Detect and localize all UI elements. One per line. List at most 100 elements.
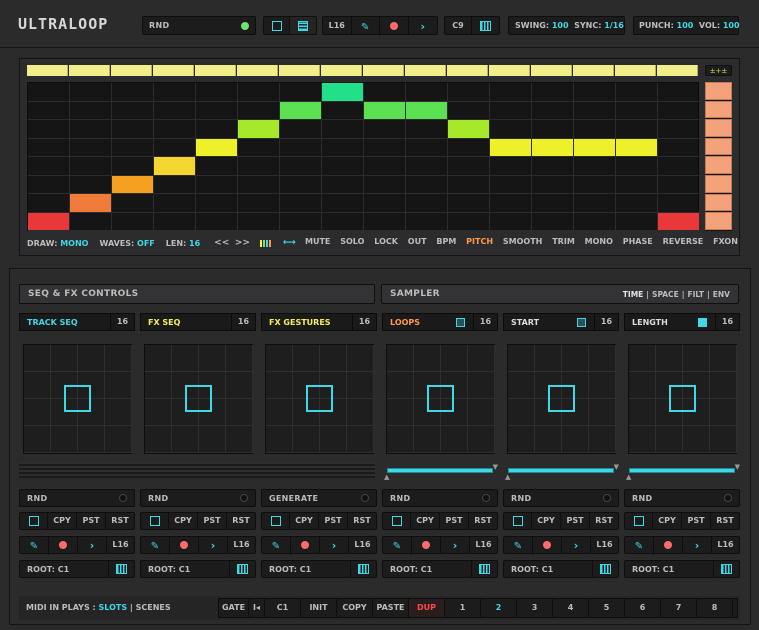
column-header[interactable]: LOOPS 16 <box>382 313 498 331</box>
grid-cell[interactable] <box>532 175 574 194</box>
mode-fxon[interactable]: FXON <box>713 237 738 249</box>
swing-sync-readout[interactable]: SWING: 100 SYNC: 1/16 <box>508 16 625 35</box>
grid-cell[interactable] <box>616 101 658 120</box>
grid-cell[interactable] <box>280 83 322 102</box>
fx-badge[interactable]: ±+± <box>705 65 732 76</box>
step-grid[interactable] <box>27 82 700 231</box>
column-header[interactable]: FX SEQ 16 <box>140 313 256 331</box>
grid-cell[interactable] <box>154 194 196 213</box>
grid-cell[interactable] <box>322 175 364 194</box>
record-button[interactable] <box>170 537 199 553</box>
range-slider[interactable]: ▼ ▲ <box>626 463 740 481</box>
root-selector[interactable]: ROOT: C1 <box>261 560 377 578</box>
step-bar-cell[interactable] <box>615 65 656 76</box>
grid-cell[interactable] <box>238 175 280 194</box>
grid-cell[interactable] <box>490 175 532 194</box>
grid-cell[interactable] <box>112 101 154 120</box>
grid-cell[interactable] <box>154 120 196 139</box>
grid-cell[interactable] <box>196 157 238 176</box>
piano-button[interactable] <box>229 561 255 577</box>
xy-handle[interactable] <box>548 385 575 412</box>
root-selector[interactable]: ROOT: C1 <box>19 560 135 578</box>
grid-cell[interactable] <box>112 120 154 139</box>
grid-cell[interactable] <box>70 120 112 139</box>
record-button[interactable] <box>412 537 441 553</box>
grid-cell[interactable] <box>448 157 490 176</box>
copy-button[interactable]: CPY <box>48 513 77 529</box>
pin-button[interactable]: ✎ <box>352 15 380 36</box>
grid-cell[interactable] <box>406 120 448 139</box>
column-steps[interactable]: 16 <box>352 314 376 330</box>
mode-solo[interactable]: SOLO <box>340 237 364 249</box>
level-meter[interactable] <box>705 82 732 231</box>
xy-handle[interactable] <box>64 385 91 412</box>
step-block[interactable] <box>70 194 111 212</box>
step-block[interactable] <box>616 138 657 156</box>
slot-button[interactable]: 1 <box>445 599 481 617</box>
step-bar-cell[interactable] <box>447 65 488 76</box>
grid-cell[interactable] <box>28 83 70 102</box>
piano-button[interactable] <box>592 561 618 577</box>
grid-cell[interactable] <box>532 212 574 231</box>
grid-cell[interactable] <box>658 120 700 139</box>
grid-cell[interactable] <box>658 138 700 157</box>
range-slider[interactable]: ▼ ▲ <box>384 463 498 481</box>
grid-cell[interactable] <box>28 120 70 139</box>
note-button[interactable]: C1 <box>265 599 301 617</box>
step-bar-cell[interactable] <box>69 65 110 76</box>
xy-pad[interactable] <box>628 344 737 454</box>
grid-cell[interactable] <box>112 212 154 231</box>
step-bar-cell[interactable] <box>237 65 278 76</box>
step-bar-cell[interactable] <box>27 65 68 76</box>
mode-trim[interactable]: TRIM <box>552 237 575 249</box>
step-block[interactable] <box>238 120 279 138</box>
step-bar-cell[interactable] <box>321 65 362 76</box>
column-toggle-icon[interactable] <box>577 317 586 327</box>
root-selector[interactable]: ROOT: C1 <box>503 560 619 578</box>
grid-cell[interactable] <box>616 157 658 176</box>
paste-button[interactable]: PST <box>682 513 711 529</box>
mode-reverse[interactable]: REVERSE <box>663 237 704 249</box>
mode-dropdown[interactable]: RND <box>624 489 740 507</box>
length-button[interactable]: L16 <box>323 17 352 34</box>
mode-mute[interactable]: MUTE <box>305 237 330 249</box>
grid-cell[interactable] <box>280 194 322 213</box>
grid-cell[interactable] <box>406 157 448 176</box>
play-button[interactable]: › <box>441 536 470 554</box>
next-button[interactable]: >> <box>235 238 250 248</box>
play-button[interactable]: › <box>562 536 591 554</box>
mode-lock[interactable]: LOCK <box>374 237 398 249</box>
mode-dropdown[interactable]: RND <box>382 489 498 507</box>
grid-cell[interactable] <box>70 101 112 120</box>
copy-button[interactable]: CPY <box>653 513 682 529</box>
grid-cell[interactable] <box>112 194 154 213</box>
range-slider[interactable]: ▼ ▲ <box>505 463 619 481</box>
grid-cell[interactable] <box>196 120 238 139</box>
grid-cell[interactable] <box>448 175 490 194</box>
grid-cell[interactable] <box>154 212 196 231</box>
reset-button[interactable]: RST <box>348 513 376 529</box>
slot-button[interactable]: 3 <box>517 599 553 617</box>
step-bar-cell[interactable] <box>153 65 194 76</box>
tab-env[interactable]: ENV <box>713 290 730 299</box>
play-button[interactable]: › <box>320 536 349 554</box>
grid-cell[interactable] <box>532 101 574 120</box>
mode-pitch[interactable]: PITCH <box>466 237 493 249</box>
mode-dropdown[interactable]: RND <box>19 489 135 507</box>
step-block[interactable] <box>448 120 489 138</box>
paste-button[interactable]: PST <box>198 513 227 529</box>
mode-mono[interactable]: MONO <box>585 237 613 249</box>
grid-cell[interactable] <box>448 138 490 157</box>
grid-cell[interactable] <box>532 194 574 213</box>
select-button[interactable] <box>504 513 532 529</box>
copy-button[interactable]: CPY <box>290 513 319 529</box>
grid-cell[interactable] <box>154 83 196 102</box>
grid-cell[interactable] <box>406 212 448 231</box>
grid-cell[interactable] <box>532 157 574 176</box>
step-block[interactable] <box>532 138 573 156</box>
grid-cell[interactable] <box>322 212 364 231</box>
pin-button[interactable]: ✎ <box>383 535 412 555</box>
xy-handle[interactable] <box>427 385 454 412</box>
grid-cell[interactable] <box>364 138 406 157</box>
column-toggle-icon[interactable] <box>456 317 465 327</box>
